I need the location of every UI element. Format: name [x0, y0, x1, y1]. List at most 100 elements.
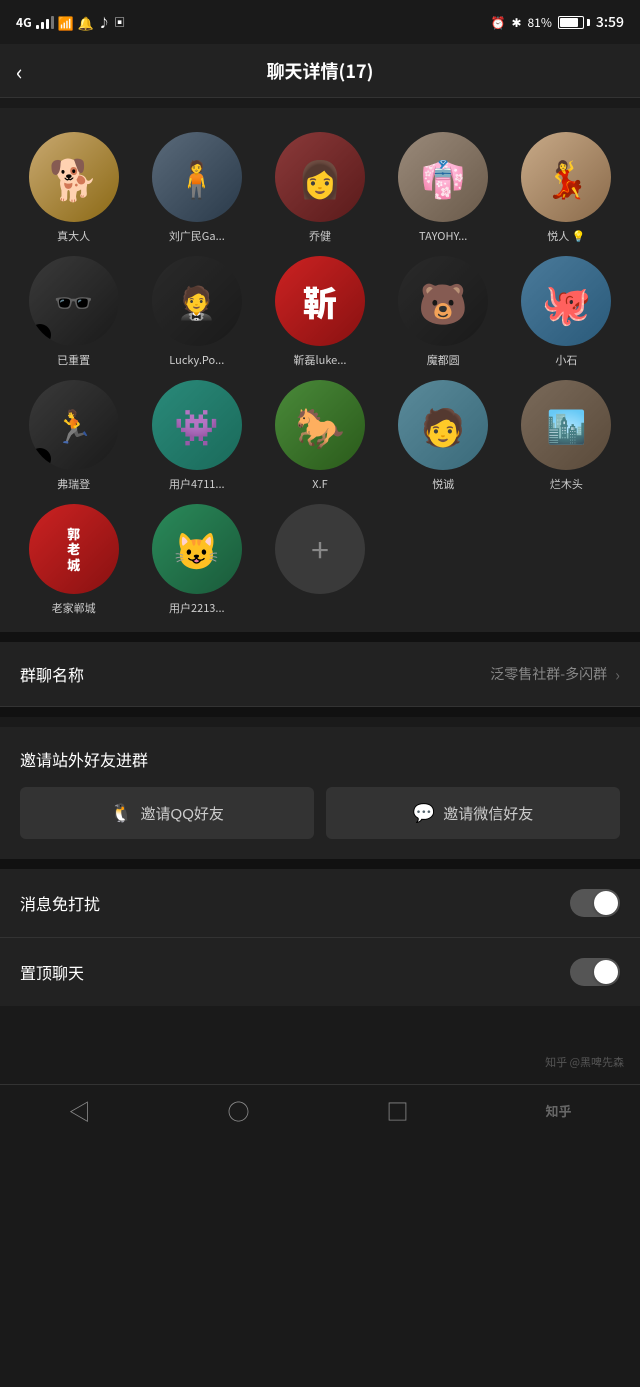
- member-item[interactable]: 🐻 魔都圆: [386, 256, 501, 368]
- member-item[interactable]: 郭 老 城 老家郸城: [16, 504, 131, 616]
- member-name: 悦人 💡: [547, 228, 585, 244]
- members-grid: 🐕 真大人 🧍 刘广民Ga... 👩 乔健 👘 TAYOHY... 💃: [16, 132, 624, 616]
- avatar: 🤵: [152, 256, 242, 346]
- avatar: 👘: [398, 132, 488, 222]
- group-name-row[interactable]: 群聊名称 泛零售社群-多闪群 ›: [0, 642, 640, 707]
- nav-home-icon: ○: [227, 1095, 249, 1127]
- avatar: 🕶️ ♪: [29, 256, 119, 346]
- member-item[interactable]: 🐙 小石: [509, 256, 624, 368]
- member-item[interactable]: 👩 乔健: [262, 132, 377, 244]
- signal-bar-2: [41, 22, 44, 29]
- group-name-label: 群聊名称: [20, 662, 84, 686]
- nav-home-button[interactable]: ○: [227, 1095, 249, 1127]
- avatar: 🐙: [521, 256, 611, 346]
- avatar: 🧑: [398, 380, 488, 470]
- mute-row: 消息免打扰: [0, 869, 640, 938]
- avatar: 🐻: [398, 256, 488, 346]
- divider-3: [0, 859, 640, 869]
- member-name: 烂木头: [550, 476, 583, 492]
- invite-wechat-button[interactable]: 💬 邀请微信好友: [326, 787, 620, 839]
- member-name: 刘广民Ga...: [169, 228, 225, 244]
- invite-wechat-label: 邀请微信好友: [443, 803, 533, 824]
- tiktok-icon: ♪: [98, 14, 110, 31]
- invite-section: 邀请站外好友进群 🐧 邀请QQ好友 💬 邀请微信好友: [0, 727, 640, 859]
- member-item[interactable]: 🧍 刘广民Ga...: [139, 132, 254, 244]
- member-item[interactable]: 👾 用户4711...: [139, 380, 254, 492]
- avatar: 靳: [275, 256, 365, 346]
- avatar: 🐕: [29, 132, 119, 222]
- member-item[interactable]: 🕶️ ♪ 已重置: [16, 256, 131, 368]
- mute-label: 消息免打扰: [20, 891, 100, 915]
- avatar: 👾: [152, 380, 242, 470]
- divider-2: [0, 707, 640, 717]
- toggle-knob-2: [594, 960, 618, 984]
- sound-icon: 🔔: [78, 13, 94, 32]
- member-name: X.F: [312, 476, 327, 492]
- avatar: 郭 老 城: [29, 504, 119, 594]
- invite-qq-label: 邀请QQ好友: [141, 803, 224, 824]
- group-name-value-container: 泛零售社群-多闪群 ›: [490, 662, 620, 686]
- avatar: 👩: [275, 132, 365, 222]
- member-name: 已重置: [57, 352, 90, 368]
- member-item[interactable]: 🐎 X.F: [262, 380, 377, 492]
- member-item[interactable]: 🧑 悦诚: [386, 380, 501, 492]
- tiktok-badge: ♪: [29, 448, 51, 470]
- add-member-button[interactable]: +: [275, 504, 365, 594]
- avatar: 🏙️: [521, 380, 611, 470]
- member-item[interactable]: 🏙️ 烂木头: [509, 380, 624, 492]
- member-name: 用户4711...: [169, 476, 225, 492]
- member-name: TAYOHY...: [419, 228, 467, 244]
- signal-bars: [36, 15, 54, 29]
- group-name-value: 泛零售社群-多闪群: [490, 664, 607, 684]
- pin-label: 置顶聊天: [20, 960, 84, 984]
- back-button[interactable]: ‹: [16, 55, 23, 87]
- member-name: 悦诚: [432, 476, 454, 492]
- status-bar: 4G 📶 🔔 ♪ ▣ ⏰ ✱ 81% 3:59: [0, 0, 640, 44]
- avatar: 🐎: [275, 380, 365, 470]
- member-name: 弗瑞登: [57, 476, 90, 492]
- nav-bar: ◁ ○ □ 知乎: [0, 1084, 640, 1140]
- avatar: 💃: [521, 132, 611, 222]
- member-item[interactable]: +: [262, 504, 377, 616]
- avatar: 🏃 ♪: [29, 380, 119, 470]
- member-item[interactable]: 👘 TAYOHY...: [386, 132, 501, 244]
- network-type: 4G: [16, 14, 32, 31]
- wifi-icon: 📶: [58, 13, 74, 32]
- wechat-icon: 💬: [413, 803, 435, 824]
- member-item[interactable]: 😺 用户2213...: [139, 504, 254, 616]
- signal-bar-1: [36, 25, 39, 29]
- app-icon: ▣: [114, 14, 125, 30]
- invite-title: 邀请站外好友进群: [20, 747, 620, 771]
- nav-square-button[interactable]: □: [386, 1095, 408, 1127]
- member-name: 小石: [555, 352, 577, 368]
- member-item[interactable]: 🤵 Lucky.Po...: [139, 256, 254, 368]
- time-display: 3:59: [596, 12, 624, 32]
- invite-qq-button[interactable]: 🐧 邀请QQ好友: [20, 787, 314, 839]
- nav-back-button[interactable]: ◁: [68, 1095, 90, 1127]
- members-section: 🐕 真大人 🧍 刘广民Ga... 👩 乔健 👘 TAYOHY... 💃: [0, 108, 640, 632]
- nav-back-icon: ◁: [68, 1095, 90, 1127]
- member-name: 魔都圆: [427, 352, 460, 368]
- member-name: 用户2213...: [169, 600, 225, 616]
- pin-row: 置顶聊天: [0, 938, 640, 1006]
- member-item[interactable]: 💃 悦人 💡: [509, 132, 624, 244]
- tiktok-badge: ♪: [29, 324, 51, 346]
- mute-toggle[interactable]: [570, 889, 620, 917]
- toggle-knob: [594, 891, 618, 915]
- battery-percent: 81%: [528, 14, 552, 31]
- page-title: 聊天详情(17): [267, 58, 374, 84]
- avatar: 😺: [152, 504, 242, 594]
- avatar: 🧍: [152, 132, 242, 222]
- member-item[interactable]: 靳 靳磊luke...: [262, 256, 377, 368]
- chevron-right-icon: ›: [615, 662, 620, 686]
- nav-square-icon: □: [386, 1095, 408, 1127]
- signal-bar-3: [46, 19, 49, 29]
- member-name: 真大人: [57, 228, 90, 244]
- signal-bar-4: [51, 16, 54, 29]
- pin-toggle[interactable]: [570, 958, 620, 986]
- member-item[interactable]: 🏃 ♪ 弗瑞登: [16, 380, 131, 492]
- member-item[interactable]: 🐕 真大人: [16, 132, 131, 244]
- header: ‹ 聊天详情(17): [0, 44, 640, 98]
- mute-section: 消息免打扰 置顶聊天: [0, 869, 640, 1006]
- settings-section: 群聊名称 泛零售社群-多闪群 ›: [0, 642, 640, 707]
